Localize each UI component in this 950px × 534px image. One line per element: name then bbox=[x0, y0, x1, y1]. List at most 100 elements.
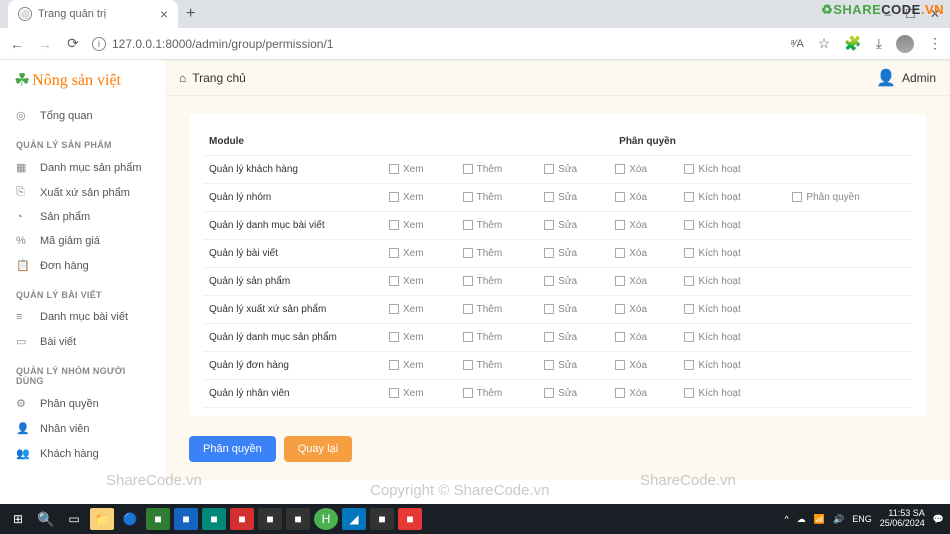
checkbox-activate[interactable]: Kích hoạt bbox=[684, 388, 740, 399]
checkbox-delete[interactable]: Xóa bbox=[615, 192, 647, 203]
user-menu[interactable]: 👤 Admin bbox=[876, 68, 936, 88]
bookmark-icon[interactable]: ☆ bbox=[818, 35, 831, 52]
checkbox-edit[interactable]: Sửa bbox=[544, 164, 577, 175]
checkbox-edit[interactable]: Sửa bbox=[544, 360, 577, 371]
forward-icon[interactable]: → bbox=[36, 36, 54, 52]
sidebar-item-permission[interactable]: ⚙Phân quyền bbox=[0, 391, 165, 416]
checkbox-edit[interactable]: Sửa bbox=[544, 276, 577, 287]
site-info-icon[interactable]: i bbox=[92, 37, 106, 51]
checkbox-activate[interactable]: Kích hoạt bbox=[684, 332, 740, 343]
checkbox-view[interactable]: Xem bbox=[389, 192, 424, 203]
sidebar-item-post-category[interactable]: ≡Danh mục bài viết bbox=[0, 305, 165, 329]
tab-close-icon[interactable]: × bbox=[160, 6, 168, 22]
checkbox-delete[interactable]: Xóa bbox=[615, 164, 647, 175]
extensions-icon[interactable]: 🧩 bbox=[844, 35, 861, 52]
translate-icon[interactable]: ᵃ⁄A bbox=[791, 38, 804, 50]
checkbox-add[interactable]: Thêm bbox=[463, 332, 503, 343]
checkbox-delete[interactable]: Xóa bbox=[615, 248, 647, 259]
tray-lang[interactable]: ENG bbox=[852, 514, 872, 524]
download-icon[interactable]: ⤓ bbox=[876, 35, 882, 52]
checkbox-delete[interactable]: Xóa bbox=[615, 276, 647, 287]
checkbox-view[interactable]: Xem bbox=[389, 304, 424, 315]
sidebar-item-post[interactable]: ▭Bài viết bbox=[0, 329, 165, 354]
search-icon[interactable]: 🔍 bbox=[34, 508, 58, 530]
sidebar: ☘Nông sản việt ◎ Tổng quan QUẢN LÝ SẢN P… bbox=[0, 60, 165, 480]
checkbox-add[interactable]: Thêm bbox=[463, 192, 503, 203]
tray-wifi-icon[interactable]: 📶 bbox=[814, 514, 825, 525]
chrome-icon[interactable]: 🔵 bbox=[118, 508, 142, 530]
checkbox-add[interactable]: Thêm bbox=[463, 164, 503, 175]
start-icon[interactable]: ⊞ bbox=[6, 508, 30, 530]
tray-volume-icon[interactable]: 🔊 bbox=[833, 514, 844, 525]
checkbox-add[interactable]: Thêm bbox=[463, 220, 503, 231]
app-icon[interactable]: ■ bbox=[146, 508, 170, 530]
explorer-icon[interactable]: 📁 bbox=[90, 508, 114, 530]
checkbox-activate[interactable]: Kích hoạt bbox=[684, 220, 740, 231]
app-icon[interactable]: H bbox=[314, 508, 338, 530]
checkbox-view[interactable]: Xem bbox=[389, 276, 424, 287]
breadcrumb[interactable]: ⌂ Trang chủ bbox=[179, 71, 246, 85]
checkbox-add[interactable]: Thêm bbox=[463, 360, 503, 371]
checkbox-view[interactable]: Xem bbox=[389, 388, 424, 399]
sidebar-item-order[interactable]: 📋Đơn hàng bbox=[0, 253, 165, 278]
app-icon[interactable]: ■ bbox=[258, 508, 282, 530]
checkbox-view[interactable]: Xem bbox=[389, 164, 424, 175]
checkbox-view[interactable]: Xem bbox=[389, 360, 424, 371]
app-icon[interactable]: ■ bbox=[202, 508, 226, 530]
cell-perm-perm: Phân quyền bbox=[786, 184, 912, 212]
tray-cloud-icon[interactable]: ☁ bbox=[797, 514, 806, 525]
back-button[interactable]: Quay lại bbox=[284, 436, 352, 462]
sidebar-item-staff[interactable]: 👤Nhân viên bbox=[0, 416, 165, 441]
url-field[interactable]: i 127.0.0.1:8000/admin/group/permission/… bbox=[92, 37, 333, 51]
sidebar-item-product-origin[interactable]: ⎘Xuất xứ sản phẩm bbox=[0, 180, 165, 205]
checkbox-add[interactable]: Thêm bbox=[463, 304, 503, 315]
cell-perm-add: Thêm bbox=[457, 380, 539, 408]
browser-tab[interactable]: ⚪ Trang quản trị × bbox=[8, 0, 178, 28]
task-view-icon[interactable]: ▭ bbox=[62, 508, 86, 530]
checkbox-view[interactable]: Xem bbox=[389, 332, 424, 343]
sidebar-item-product-category[interactable]: ▦Danh mục sản phẩm bbox=[0, 155, 165, 180]
tray-notification-icon[interactable]: 💬 bbox=[933, 514, 944, 525]
checkbox-edit[interactable]: Sửa bbox=[544, 332, 577, 343]
tray-chevron-icon[interactable]: ^ bbox=[785, 514, 789, 524]
checkbox-view[interactable]: Xem bbox=[389, 248, 424, 259]
checkbox-delete[interactable]: Xóa bbox=[615, 220, 647, 231]
app-icon[interactable]: ■ bbox=[398, 508, 422, 530]
app-icon[interactable]: ■ bbox=[230, 508, 254, 530]
checkbox-activate[interactable]: Kích hoạt bbox=[684, 304, 740, 315]
app-icon[interactable]: ■ bbox=[174, 508, 198, 530]
checkbox-view[interactable]: Xem bbox=[389, 220, 424, 231]
checkbox-add[interactable]: Thêm bbox=[463, 276, 503, 287]
reload-icon[interactable]: ⟳ bbox=[64, 35, 82, 52]
checkbox-edit[interactable]: Sửa bbox=[544, 388, 577, 399]
vscode-icon[interactable]: ◢ bbox=[342, 508, 366, 530]
sidebar-item-customer[interactable]: 👥Khách hàng bbox=[0, 441, 165, 466]
checkbox-activate[interactable]: Kích hoạt bbox=[684, 276, 740, 287]
checkbox-activate[interactable]: Kích hoạt bbox=[684, 164, 740, 175]
checkbox-activate[interactable]: Kích hoạt bbox=[684, 192, 740, 203]
submit-button[interactable]: Phân quyền bbox=[189, 436, 276, 462]
checkbox-delete[interactable]: Xóa bbox=[615, 360, 647, 371]
tray-clock[interactable]: 11:53 SA 25/06/2024 bbox=[880, 509, 925, 529]
back-icon[interactable]: ← bbox=[8, 36, 26, 52]
sidebar-item-discount[interactable]: %Mã giảm giá bbox=[0, 229, 165, 253]
checkbox-activate[interactable]: Kích hoạt bbox=[684, 360, 740, 371]
checkbox-add[interactable]: Thêm bbox=[463, 248, 503, 259]
checkbox-edit[interactable]: Sửa bbox=[544, 192, 577, 203]
app-icon[interactable]: ■ bbox=[370, 508, 394, 530]
menu-icon[interactable]: ⋮ bbox=[928, 35, 942, 52]
app-icon[interactable]: ■ bbox=[286, 508, 310, 530]
checkbox-delete[interactable]: Xóa bbox=[615, 332, 647, 343]
sidebar-item-overview[interactable]: ◎ Tổng quan bbox=[0, 103, 165, 128]
profile-avatar[interactable] bbox=[896, 35, 914, 53]
sidebar-item-product[interactable]: ◔Sản phẩm bbox=[0, 205, 165, 229]
checkbox-delete[interactable]: Xóa bbox=[615, 388, 647, 399]
checkbox-edit[interactable]: Sửa bbox=[544, 304, 577, 315]
checkbox-edit[interactable]: Sửa bbox=[544, 248, 577, 259]
checkbox-delete[interactable]: Xóa bbox=[615, 304, 647, 315]
checkbox-perm[interactable]: Phân quyền bbox=[792, 192, 859, 203]
checkbox-activate[interactable]: Kích hoạt bbox=[684, 248, 740, 259]
new-tab-button[interactable]: + bbox=[178, 5, 203, 23]
checkbox-add[interactable]: Thêm bbox=[463, 388, 503, 399]
checkbox-edit[interactable]: Sửa bbox=[544, 220, 577, 231]
